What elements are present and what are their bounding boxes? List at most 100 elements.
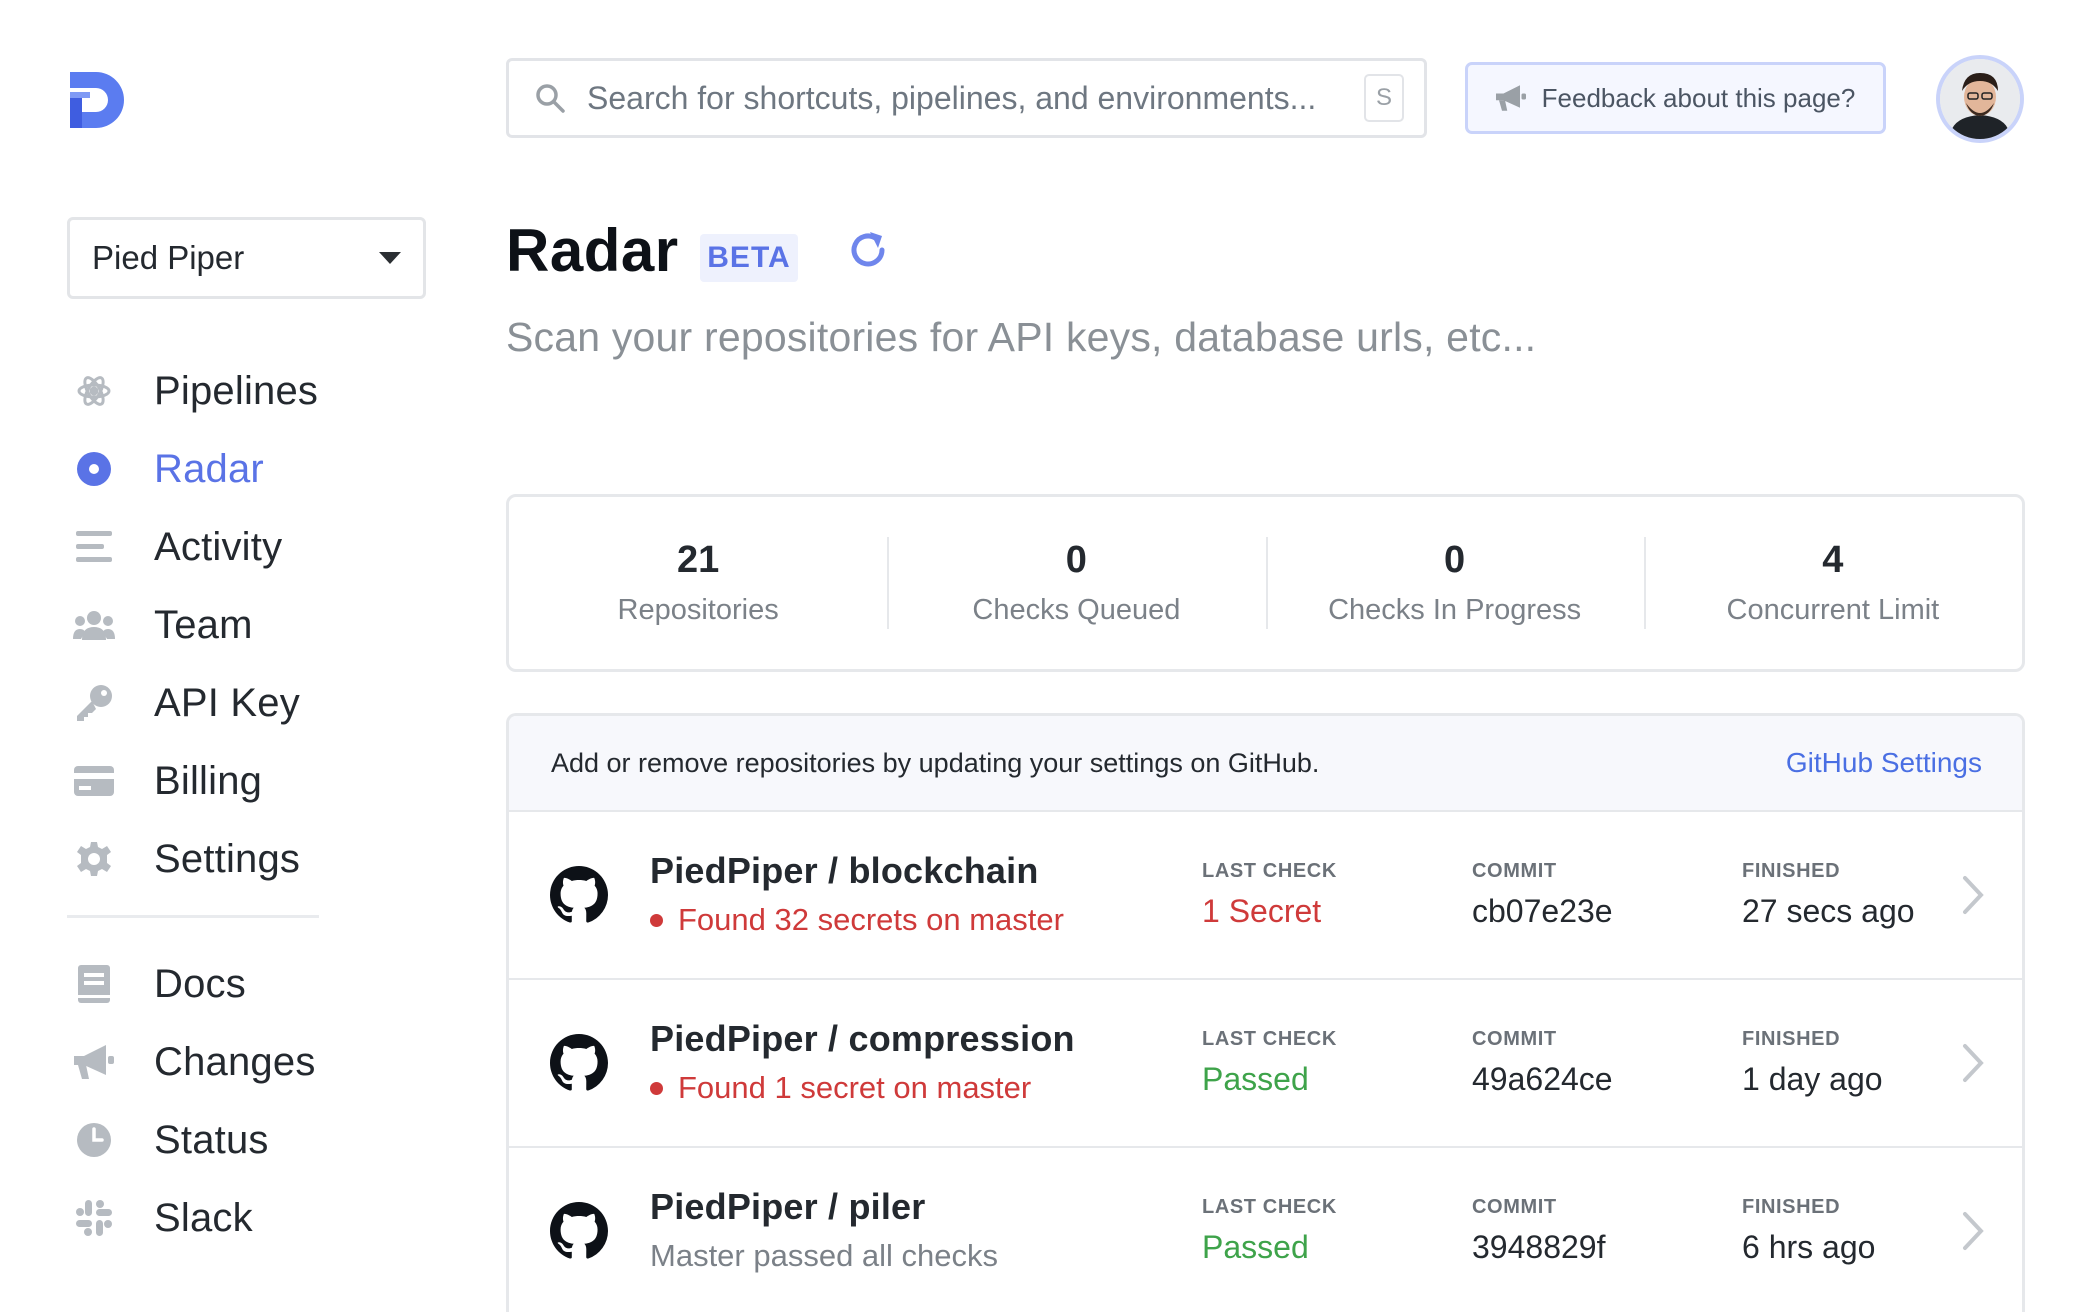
sidebar-item-label: Changes: [154, 1039, 316, 1084]
stat-label: Repositories: [617, 594, 779, 626]
sidebar-item-settings[interactable]: Settings: [72, 820, 318, 898]
sidebar-secondary-nav: Docs Changes Status Slack: [72, 945, 316, 1257]
feedback-button-label: Feedback about this page?: [1541, 82, 1856, 113]
chevron-right-icon[interactable]: [1962, 875, 1984, 915]
sidebar-item-pipelines[interactable]: Pipelines: [72, 352, 318, 430]
commit-label: COMMIT: [1472, 1196, 1557, 1218]
clock-icon: [72, 1118, 116, 1162]
repository-status: Master passed all checks: [650, 1238, 998, 1274]
slack-icon: [72, 1196, 116, 1240]
sidebar-item-api-key[interactable]: API Key: [72, 664, 318, 742]
page-title: Radar: [506, 217, 679, 284]
sidebar-item-label: Team: [154, 602, 253, 647]
sidebar-item-label: Status: [154, 1117, 269, 1162]
commit-value: 3948829f: [1472, 1229, 1606, 1265]
stat-value: 0: [1065, 539, 1087, 581]
sidebar-item-label: Activity: [154, 524, 283, 569]
github-icon: [550, 1202, 608, 1259]
commit-value: cb07e23e: [1472, 893, 1613, 929]
stat-label: Concurrent Limit: [1726, 594, 1940, 626]
sidebar-item-radar[interactable]: Radar: [72, 430, 318, 508]
stat-value: 4: [1822, 539, 1844, 581]
sidebar-item-team[interactable]: Team: [72, 586, 318, 664]
search-input[interactable]: [587, 79, 1364, 117]
beta-badge: BETA: [700, 234, 798, 282]
github-icon: [550, 1034, 608, 1091]
repository-row[interactable]: PiedPiper / compression Found 1 secret o…: [509, 980, 2022, 1148]
finished-value: 6 hrs ago: [1742, 1229, 1876, 1265]
sidebar-item-label: Billing: [154, 758, 263, 803]
commit-label: COMMIT: [1472, 1028, 1557, 1050]
credit-card-icon: [72, 759, 116, 803]
gear-icon: [72, 837, 116, 881]
finished-label: FINISHED: [1742, 1196, 1841, 1218]
repository-status-text: Found 1 secret on master: [678, 1070, 1032, 1105]
sidebar-item-billing[interactable]: Billing: [72, 742, 318, 820]
last-check-value: Passed: [1202, 1061, 1309, 1097]
repositories-panel-header: Add or remove repositories by updating y…: [509, 716, 2022, 812]
stat-value: 0: [1444, 539, 1466, 581]
stat-value: 21: [676, 539, 720, 581]
stat-checks-queued: 0 Checks Queued: [887, 537, 1265, 629]
finished-value: 27 secs ago: [1742, 893, 1915, 929]
list-icon: [72, 525, 116, 569]
last-check-label: LAST CHECK: [1202, 1028, 1337, 1050]
last-check-value: 1 Secret: [1202, 893, 1322, 929]
repository-name[interactable]: PiedPiper / piler: [650, 1186, 998, 1228]
feedback-button[interactable]: Feedback about this page?: [1465, 62, 1886, 134]
commit-label: COMMIT: [1472, 860, 1557, 882]
organization-select-value: Pied Piper: [92, 239, 245, 276]
user-avatar[interactable]: [1936, 55, 2024, 143]
last-check-label: LAST CHECK: [1202, 1196, 1337, 1218]
alert-dot-icon: [650, 913, 663, 927]
sidebar-main-nav: Pipelines Radar Activity Team API Key Bi…: [72, 352, 318, 898]
megaphone-icon: [1495, 85, 1526, 111]
organization-select[interactable]: Pied Piper: [67, 217, 426, 299]
sidebar-item-changes[interactable]: Changes: [72, 1023, 316, 1101]
sidebar-item-activity[interactable]: Activity: [72, 508, 318, 586]
github-icon: [550, 866, 608, 923]
repository-status-text: Found 32 secrets on master: [678, 902, 1064, 937]
sidebar-item-label: Slack: [154, 1195, 253, 1240]
repository-name[interactable]: PiedPiper / blockchain: [650, 850, 1064, 892]
refresh-icon[interactable]: [846, 228, 890, 272]
repository-status: Found 32 secrets on master: [650, 902, 1064, 938]
sidebar-item-label: API Key: [154, 680, 300, 725]
radar-dot-icon: [72, 447, 116, 491]
finished-label: FINISHED: [1742, 1028, 1841, 1050]
users-icon: [72, 603, 116, 647]
last-check-value: Passed: [1202, 1229, 1309, 1265]
chevron-right-icon[interactable]: [1962, 1211, 1984, 1251]
megaphone-icon: [72, 1040, 116, 1084]
stats-panel: 21 Repositories 0 Checks Queued 0 Checks…: [506, 494, 2025, 672]
sidebar-item-label: Pipelines: [154, 368, 319, 413]
page-subtitle: Scan your repositories for API keys, dat…: [506, 314, 1537, 360]
alert-dot-icon: [650, 1081, 663, 1095]
atom-icon: [72, 369, 116, 413]
repository-name[interactable]: PiedPiper / compression: [650, 1018, 1075, 1060]
sidebar-item-status[interactable]: Status: [72, 1101, 316, 1179]
repository-row[interactable]: PiedPiper / piler Master passed all chec…: [509, 1148, 2022, 1312]
finished-value: 1 day ago: [1742, 1061, 1883, 1097]
repositories-panel: Add or remove repositories by updating y…: [506, 713, 2025, 1312]
stat-label: Checks In Progress: [1328, 594, 1582, 626]
key-icon: [72, 681, 116, 725]
repositories-note: Add or remove repositories by updating y…: [551, 747, 1320, 778]
chevron-right-icon[interactable]: [1962, 1043, 1984, 1083]
stat-label: Checks Queued: [972, 594, 1181, 626]
caret-down-icon: [379, 252, 401, 264]
github-settings-link[interactable]: GitHub Settings: [1786, 747, 1982, 779]
book-icon: [72, 962, 116, 1006]
search-icon: [536, 84, 565, 113]
search-box[interactable]: S: [506, 58, 1427, 138]
sidebar-item-docs[interactable]: Docs: [72, 945, 316, 1023]
company-logo[interactable]: [66, 68, 128, 130]
sidebar-item-slack[interactable]: Slack: [72, 1179, 316, 1257]
repository-row[interactable]: PiedPiper / blockchain Found 32 secrets …: [509, 812, 2022, 980]
commit-value: 49a624ce: [1472, 1061, 1613, 1097]
search-shortcut-hint: S: [1364, 74, 1404, 122]
repository-status: Found 1 secret on master: [650, 1070, 1075, 1106]
last-check-label: LAST CHECK: [1202, 860, 1337, 882]
repository-status-text: Master passed all checks: [650, 1238, 999, 1273]
stat-repositories: 21 Repositories: [509, 537, 887, 629]
